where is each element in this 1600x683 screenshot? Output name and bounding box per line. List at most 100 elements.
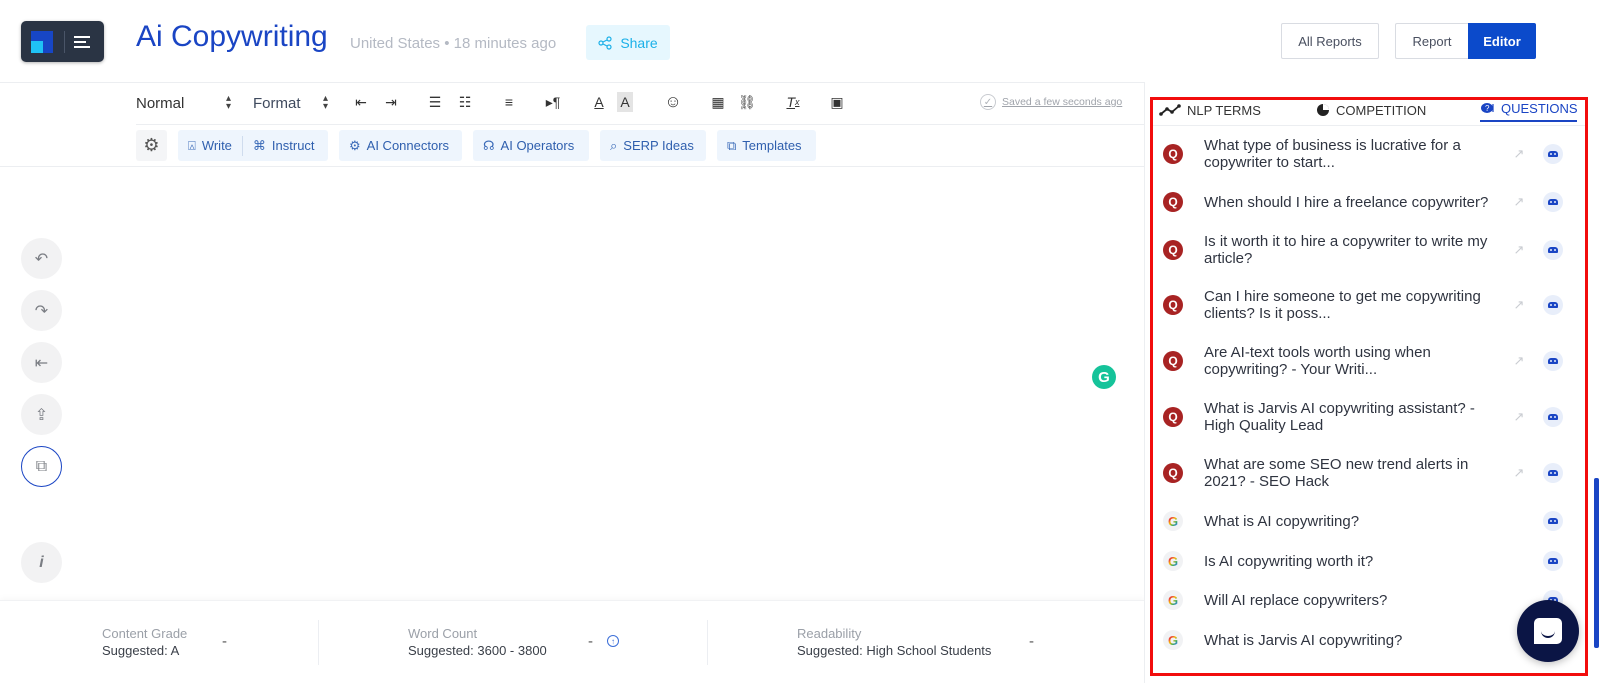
page-title: Ai Copywriting (136, 20, 328, 53)
ai-answer-icon[interactable] (1543, 463, 1563, 483)
question-item[interactable]: Q When should I hire a freelance copywrit… (1163, 192, 1583, 212)
ai-operators-button[interactable]: ☊ AI Operators (473, 130, 589, 161)
settings-button[interactable]: ⚙ (136, 130, 167, 161)
export-button[interactable]: ⇪ (21, 394, 62, 435)
image-icon[interactable]: ▣ (826, 92, 848, 112)
google-icon: G (1163, 630, 1183, 650)
editor-content-area[interactable] (136, 168, 1136, 588)
question-item[interactable]: Q Can I hire someone to get me copywritin… (1163, 288, 1583, 322)
copy-button[interactable]: ⧉ (21, 446, 62, 487)
templates-label: Templates (742, 138, 802, 153)
ai-answer-icon[interactable] (1543, 144, 1563, 164)
all-reports-button[interactable]: All Reports (1281, 23, 1379, 59)
import-button[interactable]: ⇤ (21, 342, 62, 383)
ai-answer-icon[interactable] (1543, 295, 1563, 315)
logo-icon (31, 30, 53, 53)
align-icon[interactable]: ≡ (498, 92, 520, 112)
tab-questions[interactable]: ? QUESTIONS (1481, 96, 1578, 120)
metric-divider (707, 620, 708, 665)
grammarly-icon[interactable]: G (1092, 365, 1116, 389)
question-item[interactable]: Q What are some SEO new trend alerts in 2… (1163, 456, 1583, 490)
ai-operators-label: AI Operators (500, 138, 575, 153)
question-text: Is AI copywriting worth it? (1204, 552, 1374, 570)
ai-answer-icon[interactable] (1543, 551, 1563, 571)
question-item[interactable]: G What is AI copywriting? (1163, 511, 1583, 531)
chat-support-button[interactable] (1517, 600, 1579, 662)
import-icon: ⇤ (34, 354, 49, 372)
chart-line-icon (1159, 104, 1181, 116)
templates-button[interactable]: ⧉ Templates (717, 130, 816, 161)
tab-label: QUESTIONS (1501, 100, 1578, 116)
tab-label: COMPETITION (1336, 102, 1427, 118)
share-button[interactable]: Share (586, 25, 670, 60)
search-icon: ⌕ (610, 137, 618, 153)
ai-answer-icon[interactable] (1543, 511, 1563, 531)
content-grade-metric: Content Grade Suggested: A (102, 626, 187, 658)
external-link-icon[interactable]: ↗ (1512, 146, 1526, 161)
highlight-icon[interactable]: A (617, 92, 633, 112)
indent-icon[interactable]: ⇥ (380, 92, 402, 112)
undo-button[interactable]: ↶ (21, 238, 62, 279)
question-item[interactable]: Q Are AI-text tools worth using when copy… (1163, 344, 1583, 378)
question-bubble-icon: ? (1481, 103, 1494, 113)
google-icon: G (1163, 551, 1183, 571)
question-item[interactable]: Q Is it worth it to hire a copywriter to … (1163, 233, 1583, 267)
ai-answer-icon[interactable] (1543, 192, 1563, 212)
redo-button[interactable]: ↷ (21, 290, 62, 331)
question-text: What type of business is lucrative for a… (1204, 137, 1461, 171)
word-count-value: - (588, 633, 593, 650)
panel-scrollbar[interactable] (1594, 478, 1599, 648)
ai-connectors-button[interactable]: ⚙ AI Connectors (339, 130, 462, 161)
external-link-icon[interactable]: ↗ (1512, 353, 1526, 368)
clear-format-icon[interactable]: Tx (782, 92, 804, 112)
readability-suggested: Suggested: High School Students (797, 643, 992, 658)
select-arrows-icon: ▴ ▾ (226, 93, 232, 112)
ai-answer-icon[interactable] (1543, 351, 1563, 371)
question-text: Are AI-text tools worth using when copyw… (1204, 344, 1431, 378)
bullet-list-icon[interactable]: ☷ (454, 92, 476, 112)
editor-button[interactable]: Editor (1468, 23, 1536, 59)
external-link-icon[interactable]: ↗ (1512, 194, 1526, 209)
app-logo-menu-button[interactable] (21, 21, 104, 62)
arrow-up-circle-icon[interactable]: ↑ (607, 635, 619, 647)
ordered-list-icon[interactable]: ☰ (424, 92, 446, 112)
paragraph-style-select[interactable]: Normal ▴ ▾ (136, 93, 253, 112)
share-icon (598, 35, 612, 50)
question-item[interactable]: Q What type of business is lucrative for … (1163, 137, 1583, 171)
write-button[interactable]: Write (202, 138, 232, 153)
question-item[interactable]: G Is AI copywriting worth it? (1163, 551, 1583, 571)
editor-page: Ai Copywriting United States • 18 minute… (0, 0, 1600, 683)
link-icon[interactable]: ⛓ (736, 92, 758, 112)
tab-competition[interactable]: COMPETITION (1316, 98, 1426, 122)
format-value: Format (253, 94, 301, 112)
robot-icon: ⍓ (188, 137, 196, 153)
external-link-icon[interactable]: ↗ (1512, 297, 1526, 312)
text-direction-icon[interactable]: ▸¶ (542, 92, 564, 112)
external-link-icon[interactable]: ↗ (1512, 409, 1526, 424)
header-divider (0, 82, 1144, 83)
external-link-icon[interactable]: ↗ (1512, 465, 1526, 480)
outdent-icon[interactable]: ⇤ (350, 92, 372, 112)
readability-label: Readability (797, 626, 862, 641)
copy-icon: ⧉ (35, 457, 48, 475)
format-select[interactable]: Format ▴ ▾ (253, 94, 363, 112)
info-button[interactable]: i (21, 542, 62, 583)
serp-ideas-button[interactable]: ⌕ SERP Ideas (600, 130, 706, 161)
ai-answer-icon[interactable] (1543, 407, 1563, 427)
readability-value: - (1029, 633, 1034, 650)
question-item[interactable]: G Will AI replace copywriters? (1163, 590, 1583, 610)
font-color-icon[interactable]: A (588, 92, 610, 112)
question-item[interactable]: Q What is Jarvis AI copywriting assistant… (1163, 400, 1583, 434)
instruct-button[interactable]: Instruct (272, 138, 315, 153)
external-link-icon[interactable]: ↗ (1512, 242, 1526, 257)
command-icon: ⌘ (252, 137, 266, 153)
pie-chart-icon (1317, 104, 1329, 116)
report-button[interactable]: Report (1395, 23, 1468, 59)
tab-label: NLP TERMS (1187, 102, 1261, 118)
video-icon[interactable]: ▦ (707, 92, 729, 112)
emoji-icon[interactable]: ☺ (662, 92, 684, 112)
ai-answer-icon[interactable] (1543, 240, 1563, 260)
undo-icon: ↶ (34, 250, 49, 268)
metric-divider (318, 620, 319, 665)
tab-nlp-terms[interactable]: NLP TERMS (1159, 98, 1261, 122)
